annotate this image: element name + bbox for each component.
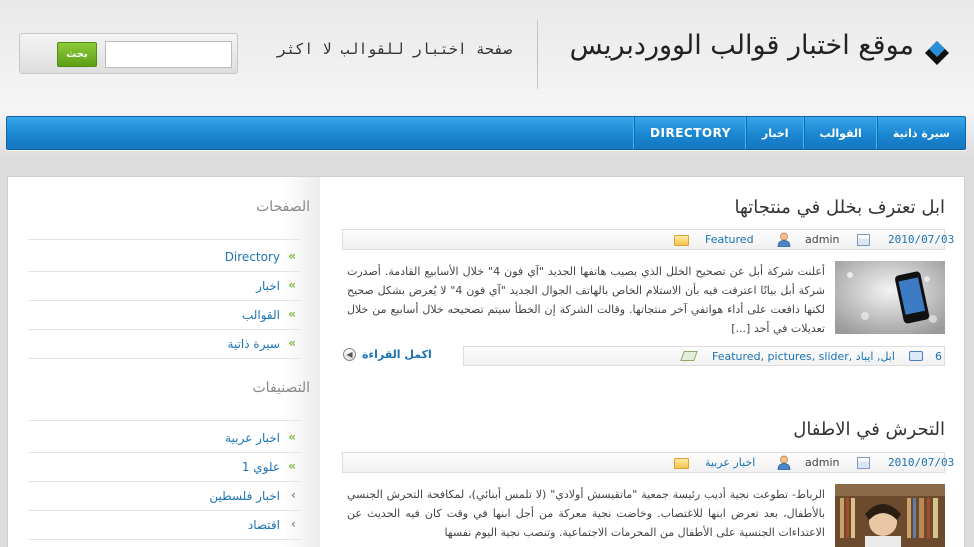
post-thumbnail[interactable]	[835, 484, 945, 547]
chevron-icon: ›	[291, 517, 296, 531]
pages-widget-rule	[28, 239, 300, 240]
chevron-icon: »	[288, 249, 296, 263]
sidebar-item-label[interactable]: القوالب	[242, 308, 280, 322]
post-thumbnail[interactable]	[835, 261, 945, 334]
sidebar-item-label[interactable]: اخبار	[256, 279, 280, 293]
sidebar-item-cv[interactable]: » سيرة ذاتية	[28, 330, 300, 359]
sidebar-item-label[interactable]: علوي 1	[242, 460, 280, 474]
calendar-icon	[857, 234, 870, 246]
nav-item-directory[interactable]: DIRECTORY	[634, 117, 746, 149]
sidebar-item-label[interactable]: Directory	[225, 250, 280, 264]
arrow-left-icon[interactable]: ◀	[343, 348, 356, 361]
nav-item-templates[interactable]: القوالب	[803, 117, 877, 149]
post-meta-bar: 2010/07/03 admin اخبار عربية	[342, 452, 954, 473]
post-excerpt: أعلنت شركة أبل عن تصحيح الخلل الذي يصيب …	[347, 265, 826, 335]
search-button[interactable]: بحث	[57, 42, 97, 67]
chevron-icon: »	[288, 459, 296, 473]
nav-item-cv[interactable]: سيرة ذاتية	[876, 117, 965, 149]
sidebar-item-label[interactable]: سيرة ذاتية	[228, 337, 280, 351]
comment-bubble-icon	[909, 351, 923, 361]
post-footer-bar: 6 Featured, pictures, slider, ابل, ايباد	[463, 346, 945, 366]
comment-count[interactable]: 6	[935, 350, 942, 363]
header-divider	[537, 19, 538, 89]
pages-widget-title: الصفحات	[256, 199, 310, 215]
post-meta-bar: 2010/07/03 admin Featured	[342, 229, 954, 250]
sidebar-item-label[interactable]: اخبار فلسطين	[209, 489, 280, 503]
search-form: بحث	[19, 33, 238, 74]
chevron-icon: »	[288, 336, 296, 350]
calendar-icon	[857, 457, 870, 469]
sidebar-item-news[interactable]: » اخبار	[28, 272, 300, 301]
read-more-link[interactable]: اكمل القراءة	[362, 348, 432, 361]
sidebar-category-economy[interactable]: › اقتصاد	[28, 511, 300, 540]
post-excerpt: الرباط- تطوعت نجية أديب رئيسة جمعية "مات…	[347, 488, 825, 539]
post-category[interactable]: Featured	[705, 233, 754, 246]
post-author[interactable]: admin	[805, 456, 839, 469]
chevron-icon: »	[288, 307, 296, 321]
categories-widget-title: التصنيفات	[252, 380, 311, 396]
user-icon	[777, 232, 791, 247]
post-title[interactable]: التحرش في الاطفال	[793, 419, 945, 440]
post-author[interactable]: admin	[805, 233, 839, 246]
site-title[interactable]: موقع اختبار قوالب الووردبريس	[570, 30, 914, 61]
sidebar-item-templates[interactable]: » القوالب	[28, 301, 300, 330]
sidebar-category-palestine-news[interactable]: › اخبار فلسطين	[28, 482, 300, 511]
sidebar-item-label[interactable]: اقتصاد	[248, 518, 280, 532]
logo-diamond-icon	[925, 41, 949, 65]
chevron-icon: »	[288, 278, 296, 292]
post-tags[interactable]: Featured, pictures, slider, ابل, ايباد	[712, 350, 895, 363]
sidebar-item-directory[interactable]: » Directory	[28, 243, 300, 272]
post-category[interactable]: اخبار عربية	[705, 456, 755, 469]
post-title[interactable]: ابل تعترف بخلل في منتجاتها	[735, 197, 945, 218]
chevron-icon: »	[288, 430, 296, 444]
sidebar-category-alawi[interactable]: » علوي 1	[28, 453, 300, 482]
post-date[interactable]: 2010/07/03	[888, 456, 954, 469]
post-date[interactable]: 2010/07/03	[888, 233, 954, 246]
categories-widget-rule	[28, 420, 300, 421]
folder-icon	[674, 458, 689, 469]
folder-icon	[674, 235, 689, 246]
site-tagline: صفحة اختبار للقوالب لا اكثر	[277, 40, 512, 58]
main-nav: سيرة ذاتية القوالب اخبار DIRECTORY	[6, 116, 966, 150]
user-icon	[777, 455, 791, 470]
search-input[interactable]	[105, 41, 232, 68]
sidebar-category-arab-news[interactable]: » اخبار عربية	[28, 424, 300, 453]
nav-item-news[interactable]: اخبار	[745, 117, 804, 149]
chevron-icon: ›	[291, 488, 296, 502]
sidebar-item-label[interactable]: اخبار عربية	[225, 431, 280, 445]
tag-icon	[680, 351, 698, 361]
